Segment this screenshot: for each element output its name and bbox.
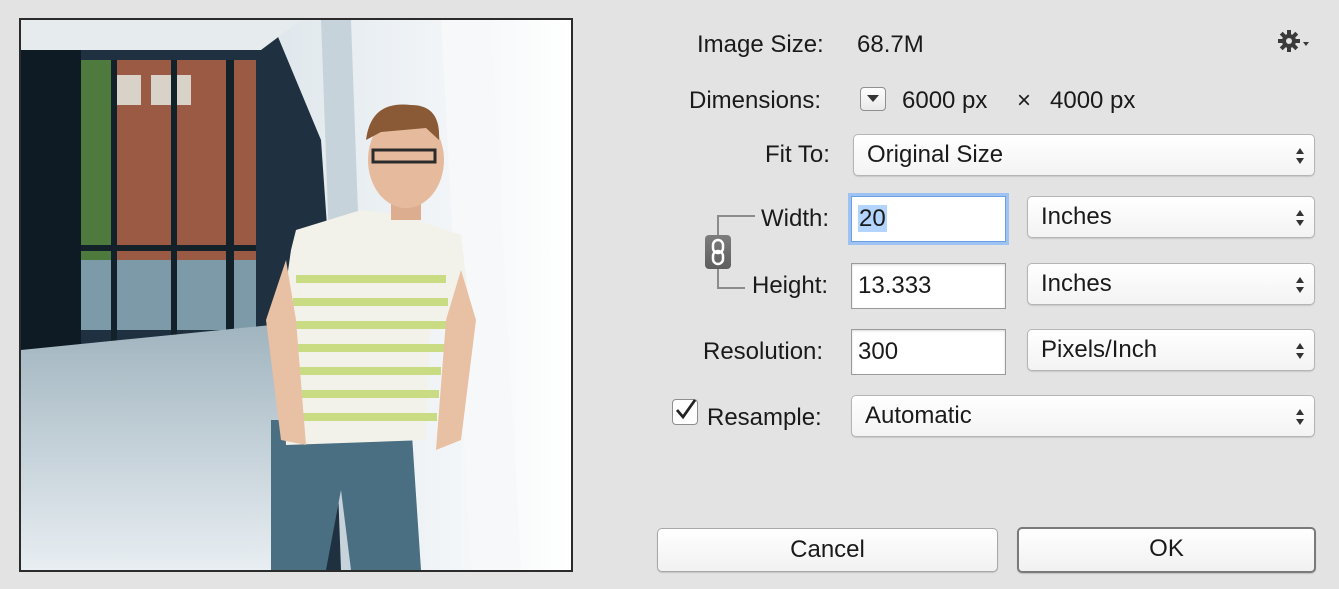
- gear-icon: [1278, 30, 1309, 52]
- image-size-value: 68.7M: [857, 31, 924, 58]
- dimensions-width-value: 6000 px: [902, 87, 988, 114]
- settings-menu-button[interactable]: [1276, 28, 1312, 54]
- resolution-input[interactable]: 300: [851, 329, 1006, 375]
- resample-method-select[interactable]: Automatic: [851, 395, 1315, 437]
- height-label: Height:: [752, 272, 829, 299]
- resample-method-value: Automatic: [865, 402, 972, 429]
- image-preview[interactable]: [19, 18, 573, 572]
- dimensions-height-value: 4000 px: [1050, 87, 1136, 114]
- resolution-value: 300: [858, 338, 899, 365]
- up-down-arrows-icon: [1296, 210, 1304, 226]
- cancel-button[interactable]: Cancel: [657, 528, 998, 572]
- dimensions-times-symbol: ×: [1017, 87, 1032, 114]
- width-value: 20: [858, 205, 887, 232]
- constrain-bracket-top: [717, 215, 755, 237]
- constrain-bracket-bottom: [717, 269, 745, 289]
- resolution-unit-value: Pixels/Inch: [1041, 336, 1158, 363]
- image-size-label: Image Size:: [697, 31, 824, 58]
- fit-to-value: Original Size: [867, 141, 1004, 168]
- resample-checkbox[interactable]: [672, 399, 698, 425]
- ok-button[interactable]: OK: [1017, 527, 1316, 573]
- checkmark-icon: [675, 399, 697, 420]
- fit-to-select[interactable]: Original Size: [853, 134, 1315, 176]
- width-unit-value: Inches: [1041, 203, 1112, 230]
- height-input[interactable]: 13.333: [851, 263, 1006, 309]
- dropdown-arrow-icon: [867, 95, 879, 102]
- resolution-unit-select[interactable]: Pixels/Inch: [1027, 329, 1315, 371]
- up-down-arrows-icon: [1296, 409, 1304, 425]
- width-unit-select[interactable]: Inches: [1027, 196, 1315, 238]
- resample-label: Resample:: [707, 404, 822, 431]
- height-unit-value: Inches: [1041, 270, 1112, 297]
- up-down-arrows-icon: [1296, 277, 1304, 293]
- resolution-label: Resolution:: [703, 338, 824, 365]
- chain-link-icon: [711, 238, 725, 266]
- constrain-proportions-button[interactable]: [705, 235, 731, 269]
- height-unit-select[interactable]: Inches: [1027, 263, 1315, 305]
- up-down-arrows-icon: [1296, 148, 1304, 164]
- up-down-arrows-icon: [1296, 343, 1304, 359]
- dimensions-label: Dimensions:: [689, 87, 822, 114]
- preview-photo: [21, 20, 571, 570]
- dimensions-unit-menu[interactable]: [860, 87, 886, 111]
- width-input[interactable]: 20: [851, 196, 1006, 242]
- fit-to-label: Fit To:: [765, 141, 830, 168]
- width-label: Width:: [761, 205, 830, 232]
- height-value: 13.333: [858, 272, 932, 299]
